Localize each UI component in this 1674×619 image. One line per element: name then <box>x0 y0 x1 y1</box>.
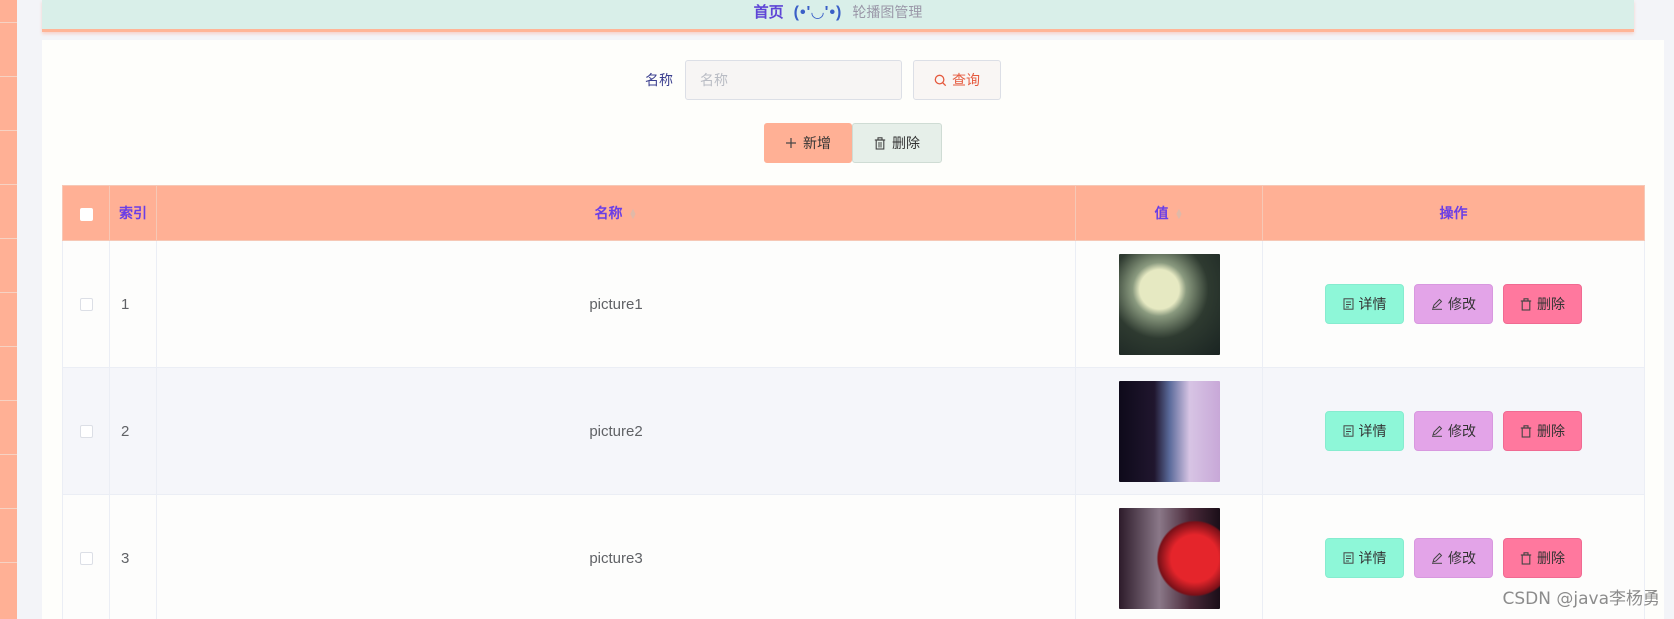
main-panel: 名称 查询 新增 删除 索引 名称 ▲▼ 值 ▲▼ 操作 <box>42 40 1664 619</box>
delete-label: 删除 <box>1537 423 1565 439</box>
add-button-label: 新增 <box>803 135 831 151</box>
document-icon <box>1343 552 1353 564</box>
delete-button[interactable]: 删除 <box>1503 538 1582 578</box>
trash-icon <box>1520 424 1532 438</box>
detail-label: 详情 <box>1358 423 1387 439</box>
delete-button[interactable]: 删除 <box>1503 284 1582 324</box>
table-row: 1 picture1 详情 修改 删除 <box>62 240 1645 368</box>
batch-delete-label: 删除 <box>892 135 920 151</box>
breadcrumb: 首页 (•'◡'•) 轮播图管理 <box>42 0 1634 32</box>
row-index: 1 <box>109 240 157 368</box>
pencil-icon <box>1432 298 1443 310</box>
row-thumbnail-image[interactable] <box>1118 380 1220 482</box>
row-checkbox[interactable] <box>79 425 93 439</box>
edit-button[interactable]: 修改 <box>1414 538 1493 578</box>
sort-icon[interactable]: ▲ ▼ <box>1175 207 1184 221</box>
search-icon <box>934 74 947 86</box>
query-button-label: 查询 <box>952 72 980 88</box>
left-sidebar-strip <box>0 0 17 619</box>
row-name: picture3 <box>156 494 1076 619</box>
column-header-name-label: 名称 <box>594 205 623 221</box>
table-row: 2 picture2 详情 修改 删除 <box>62 367 1645 495</box>
column-header-index: 索引 <box>109 185 157 241</box>
delete-label: 删除 <box>1537 296 1565 312</box>
delete-button[interactable]: 删除 <box>1503 411 1582 451</box>
breadcrumb-separator-face: (•'◡'•) <box>793 3 843 21</box>
plus-icon <box>786 138 796 148</box>
query-button[interactable]: 查询 <box>913 60 1001 100</box>
row-checkbox[interactable] <box>79 552 93 566</box>
column-header-value[interactable]: 值 ▲ ▼ <box>1075 185 1263 241</box>
banner-table: 索引 名称 ▲▼ 值 ▲▼ 操作 1 picture1 详情 修改 删除 2 <box>62 185 1645 619</box>
document-icon <box>1343 425 1353 437</box>
table-row: 3 picture3 详情 修改 删除 <box>62 494 1645 619</box>
detail-label: 详情 <box>1358 296 1387 312</box>
breadcrumb-current: 轮播图管理 <box>852 3 923 20</box>
search-form: 名称 查询 <box>42 60 1664 100</box>
sort-icon[interactable]: ▲ ▼ <box>629 207 638 221</box>
column-header-name[interactable]: 名称 ▲ ▼ <box>156 185 1076 241</box>
delete-label: 删除 <box>1537 550 1565 566</box>
row-index: 2 <box>109 367 157 495</box>
document-icon <box>1343 298 1353 310</box>
pencil-icon <box>1432 552 1443 564</box>
search-label: 名称 <box>645 72 673 88</box>
toolbar: 新增 删除 <box>42 123 1664 163</box>
column-header-ops: 操作 <box>1262 185 1645 241</box>
row-checkbox[interactable] <box>79 298 93 312</box>
detail-button[interactable]: 详情 <box>1325 411 1404 451</box>
add-button[interactable]: 新增 <box>764 123 852 163</box>
row-thumbnail-image[interactable] <box>1118 507 1220 609</box>
table-header-row: 索引 名称 ▲ ▼ 值 ▲ ▼ 操作 <box>62 185 1645 241</box>
row-thumbnail-image[interactable] <box>1118 253 1220 355</box>
column-header-value-label: 值 <box>1154 205 1169 221</box>
row-name: picture2 <box>156 367 1076 495</box>
detail-button[interactable]: 详情 <box>1325 538 1404 578</box>
trash-icon <box>1520 297 1532 311</box>
select-all-cell <box>62 185 110 241</box>
edit-label: 修改 <box>1448 296 1476 312</box>
row-index: 3 <box>109 494 157 619</box>
batch-delete-button[interactable]: 删除 <box>852 123 942 163</box>
search-name-input[interactable] <box>685 60 902 100</box>
detail-button[interactable]: 详情 <box>1325 284 1404 324</box>
edit-button[interactable]: 修改 <box>1414 411 1493 451</box>
edit-button[interactable]: 修改 <box>1414 284 1493 324</box>
detail-label: 详情 <box>1358 550 1387 566</box>
trash-icon <box>874 136 886 150</box>
edit-label: 修改 <box>1448 550 1476 566</box>
pencil-icon <box>1432 425 1443 437</box>
row-name: picture1 <box>156 240 1076 368</box>
trash-icon <box>1520 551 1532 565</box>
edit-label: 修改 <box>1448 423 1476 439</box>
breadcrumb-home-link[interactable]: 首页 <box>754 1 784 22</box>
watermark-text: CSDN @java李杨勇 <box>1502 589 1661 609</box>
select-all-checkbox[interactable] <box>79 207 93 221</box>
